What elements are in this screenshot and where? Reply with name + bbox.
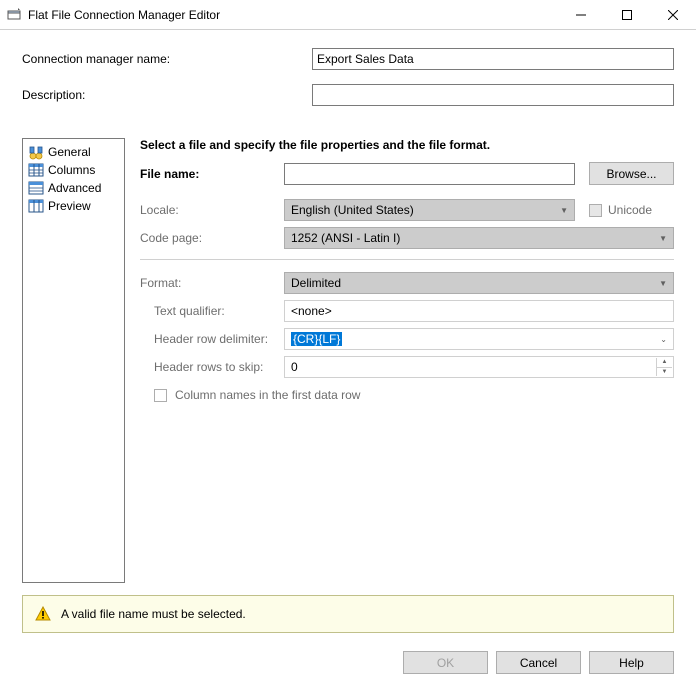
codepage-dropdown[interactable]: 1252 (ANSI - Latin I) ▼ (284, 227, 674, 249)
text-qualifier-label: Text qualifier: (154, 304, 284, 318)
close-button[interactable] (650, 0, 696, 29)
connection-name-label: Connection manager name: (22, 52, 312, 66)
connection-name-input[interactable] (312, 48, 674, 70)
sidebar-item-general[interactable]: General (25, 143, 122, 161)
instruction-text: Select a file and specify the file prope… (140, 138, 674, 152)
help-button[interactable]: Help (589, 651, 674, 674)
description-label: Description: (22, 88, 312, 102)
text-qualifier-value: <none> (291, 304, 332, 318)
header-delimiter-label: Header row delimiter: (154, 332, 284, 346)
description-input[interactable] (312, 84, 674, 106)
header-skip-label: Header rows to skip: (154, 360, 284, 374)
spinner-up-icon[interactable]: ▲ (656, 358, 672, 368)
colnames-label: Column names in the first data row (175, 388, 360, 402)
nav-sidebar: General Columns Advanced Preview (22, 138, 125, 583)
app-icon (6, 7, 22, 23)
general-icon (28, 144, 44, 160)
unicode-checkbox[interactable] (589, 204, 602, 217)
chevron-down-icon: ⌄ (660, 335, 667, 344)
header-skip-input[interactable]: 0 ▲ ▼ (284, 356, 674, 378)
window-title: Flat File Connection Manager Editor (28, 8, 558, 22)
header-delimiter-value: {CR}{LF} (291, 332, 342, 346)
browse-button[interactable]: Browse... (589, 162, 674, 185)
sidebar-label: General (48, 145, 91, 159)
sidebar-item-advanced[interactable]: Advanced (25, 179, 122, 197)
text-qualifier-input[interactable]: <none> (284, 300, 674, 322)
chevron-down-icon: ▼ (659, 234, 667, 243)
sidebar-item-columns[interactable]: Columns (25, 161, 122, 179)
format-dropdown[interactable]: Delimited ▼ (284, 272, 674, 294)
colnames-checkbox[interactable] (154, 389, 167, 402)
header-skip-value: 0 (291, 360, 298, 374)
warning-icon (35, 606, 51, 622)
title-bar: Flat File Connection Manager Editor (0, 0, 696, 30)
advanced-icon (28, 180, 44, 196)
codepage-value: 1252 (ANSI - Latin I) (291, 231, 400, 245)
sidebar-label: Advanced (48, 181, 101, 195)
maximize-button[interactable] (604, 0, 650, 29)
locale-dropdown[interactable]: English (United States) ▼ (284, 199, 575, 221)
spinner-down-icon[interactable]: ▼ (656, 368, 672, 377)
cancel-button[interactable]: Cancel (496, 651, 581, 674)
divider (140, 259, 674, 260)
file-name-label: File name: (140, 167, 284, 181)
chevron-down-icon: ▼ (560, 206, 568, 215)
warning-banner: A valid file name must be selected. (22, 595, 674, 633)
sidebar-label: Columns (48, 163, 95, 177)
preview-icon (28, 198, 44, 214)
header-delimiter-dropdown[interactable]: {CR}{LF} ⌄ (284, 328, 674, 350)
warning-text: A valid file name must be selected. (61, 607, 246, 621)
chevron-down-icon: ▼ (659, 279, 667, 288)
sidebar-item-preview[interactable]: Preview (25, 197, 122, 215)
unicode-label: Unicode (608, 203, 652, 217)
ok-button: OK (403, 651, 488, 674)
minimize-button[interactable] (558, 0, 604, 29)
format-label: Format: (140, 276, 284, 290)
format-value: Delimited (291, 276, 341, 290)
codepage-label: Code page: (140, 231, 284, 245)
locale-label: Locale: (140, 203, 284, 217)
columns-icon (28, 162, 44, 178)
file-name-input[interactable] (284, 163, 575, 185)
sidebar-label: Preview (48, 199, 91, 213)
locale-value: English (United States) (291, 203, 414, 217)
